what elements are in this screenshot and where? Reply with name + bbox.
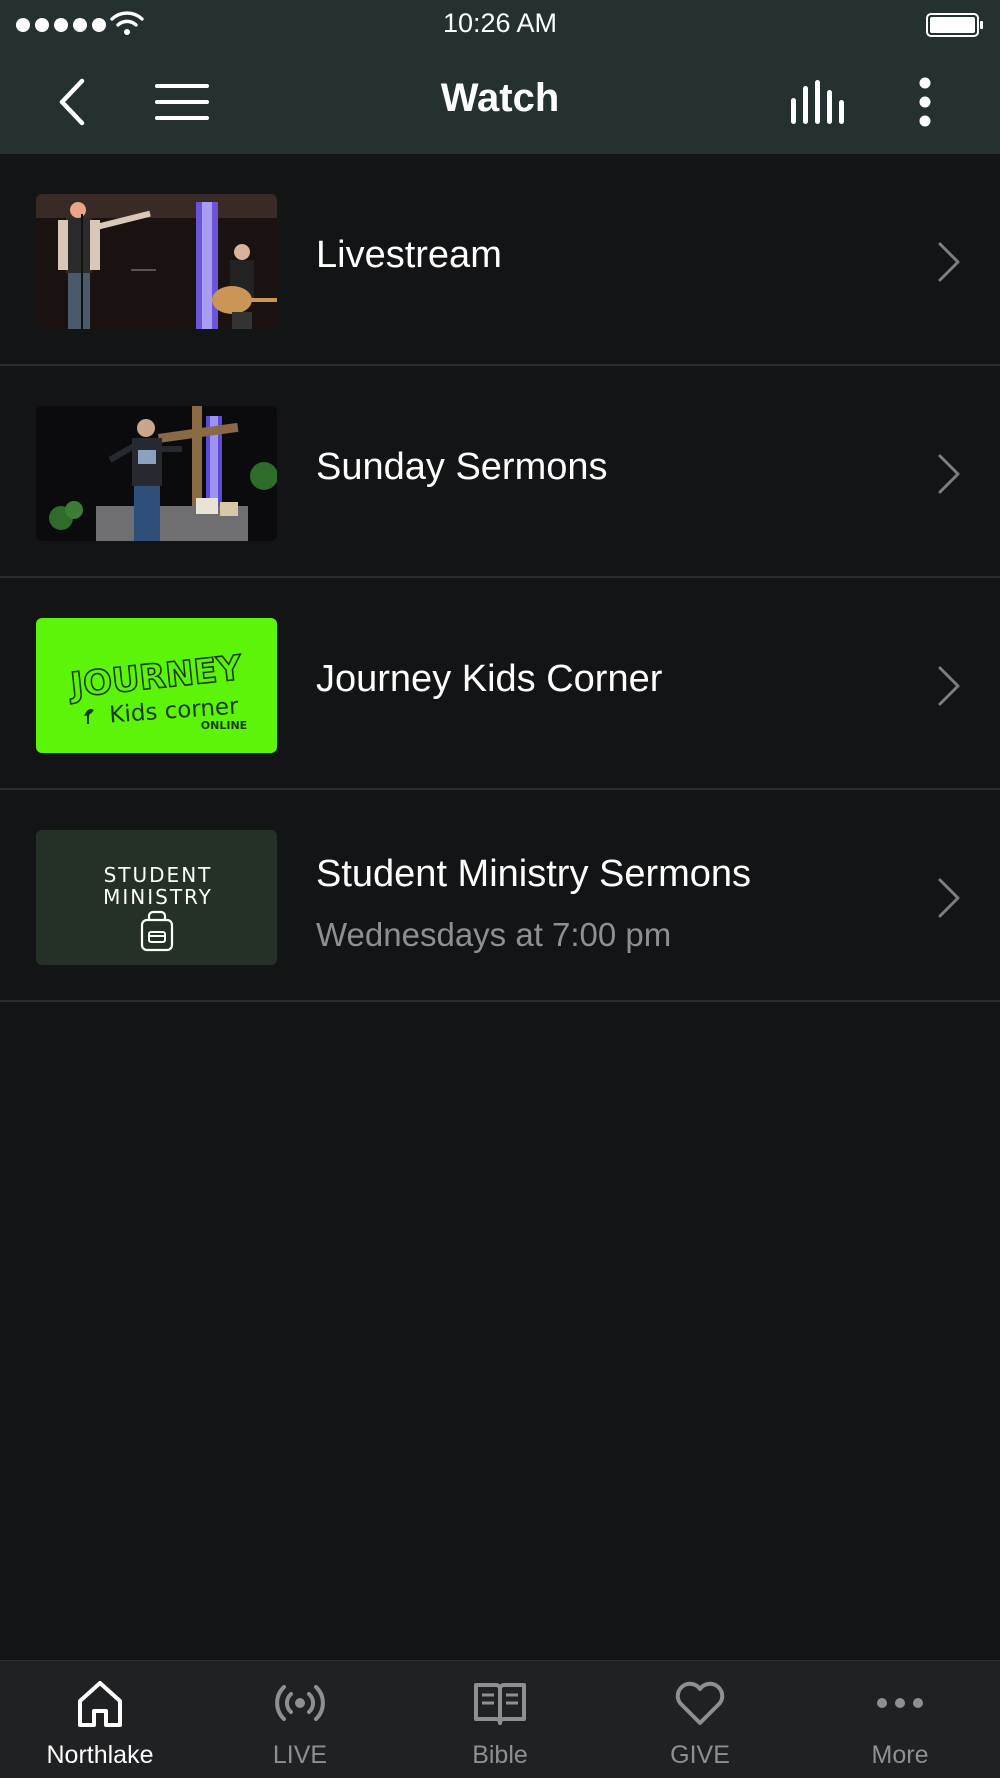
student-text: STUDENT xyxy=(104,863,213,887)
chevron-right-icon xyxy=(938,242,960,282)
tab-bible[interactable]: Bible xyxy=(400,1661,600,1778)
nav-bar: Watch xyxy=(0,50,1000,154)
tab-label: Northlake xyxy=(46,1741,154,1769)
tab-bar: Northlake LIVE Bible GIVE More xyxy=(0,1660,1000,1778)
sunday-sermons-thumbnail xyxy=(36,406,277,541)
status-time: 10:26 AM xyxy=(442,8,558,38)
tab-label: Bible xyxy=(472,1741,528,1769)
student-ministry-thumbnail: STUDENT MINISTRY xyxy=(36,830,277,965)
chevron-right-icon xyxy=(938,454,960,494)
heart-icon xyxy=(675,1681,725,1725)
list-item-title: Sunday Sermons xyxy=(316,446,608,488)
page-title: Watch xyxy=(440,76,560,120)
livestream-thumbnail xyxy=(36,194,277,329)
header: 10:26 AM Watch xyxy=(0,0,1000,154)
list-item-student-ministry-sermons[interactable]: STUDENT MINISTRY Student Ministry Sermon… xyxy=(0,790,1000,1002)
list-item-title: Student Ministry Sermons xyxy=(316,853,752,895)
list-item-journey-kids-corner[interactable]: JOURNEY Kids corner ONLINE Journey Kids … xyxy=(0,578,1000,790)
tab-label: GIVE xyxy=(670,1741,730,1769)
ministry-text: MINISTRY xyxy=(103,885,213,909)
more-dots-icon xyxy=(877,1698,923,1708)
tab-more[interactable]: More xyxy=(800,1661,1000,1778)
tab-label: LIVE xyxy=(272,1741,328,1769)
tab-label: More xyxy=(871,1741,929,1769)
vertical-dots-icon xyxy=(919,77,931,127)
book-icon xyxy=(474,1683,526,1725)
chevron-right-icon xyxy=(938,666,960,706)
status-bar: 10:26 AM xyxy=(0,0,1000,50)
watch-list: Livestream Sunday Sermons JOURNEY Kids c… xyxy=(0,154,1000,1002)
list-item-subtitle: Wednesdays at 7:00 pm xyxy=(316,916,672,953)
battery-icon xyxy=(926,13,983,37)
list-item-title: Journey Kids Corner xyxy=(316,658,663,700)
home-icon xyxy=(78,1681,122,1727)
screen: 10:26 AM Watch Livestream Sunday Sermons… xyxy=(0,0,1000,1778)
tab-northlake[interactable]: Northlake xyxy=(0,1661,200,1778)
tab-live[interactable]: LIVE xyxy=(200,1661,400,1778)
more-options-button[interactable] xyxy=(910,72,940,132)
list-item-livestream[interactable]: Livestream xyxy=(0,154,1000,366)
chevron-right-icon xyxy=(938,878,960,918)
broadcast-icon xyxy=(275,1685,325,1721)
journey-kids-thumbnail: JOURNEY Kids corner ONLINE xyxy=(36,618,277,753)
tab-give[interactable]: GIVE xyxy=(600,1661,800,1778)
online-tag: ONLINE xyxy=(201,719,247,732)
list-item-sunday-sermons[interactable]: Sunday Sermons xyxy=(0,366,1000,578)
list-item-title: Livestream xyxy=(316,234,502,276)
audio-levels-button[interactable] xyxy=(788,72,846,132)
audio-bars-icon xyxy=(791,80,844,124)
